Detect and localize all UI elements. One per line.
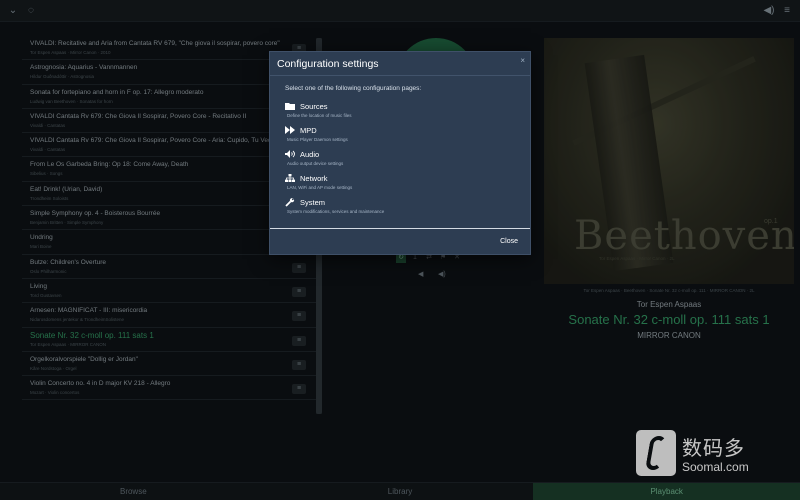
dialog-title: Configuration settings bbox=[277, 58, 379, 70]
config-option-label[interactable]: Audio bbox=[300, 150, 319, 159]
config-option-desc: Define the location of music files bbox=[287, 113, 352, 118]
dialog-header: Configuration settings × bbox=[270, 52, 530, 76]
fast-forward-icon bbox=[285, 126, 295, 135]
config-option-label[interactable]: MPD bbox=[300, 126, 317, 135]
wrench-icon bbox=[285, 198, 295, 207]
config-option-desc: Audio output device settings bbox=[287, 161, 344, 166]
config-option-mpd[interactable]: MPD Music Player Daemon settings bbox=[285, 126, 515, 146]
folder-icon bbox=[285, 102, 295, 111]
config-option-network[interactable]: Network LAN, WiFi and AP mode settings bbox=[285, 174, 515, 194]
speaker-icon bbox=[285, 150, 295, 159]
close-icon[interactable]: × bbox=[520, 56, 525, 65]
config-option-sources[interactable]: Sources Define the location of music fil… bbox=[285, 102, 515, 122]
config-option-desc: LAN, WiFi and AP mode settings bbox=[287, 185, 353, 190]
config-option-label[interactable]: Sources bbox=[300, 102, 328, 111]
config-option-label[interactable]: System bbox=[300, 198, 325, 207]
configuration-dialog: Configuration settings × Select one of t… bbox=[269, 51, 531, 255]
config-option-audio[interactable]: Audio Audio output device settings bbox=[285, 150, 515, 170]
dialog-intro: Select one of the following configuratio… bbox=[285, 85, 422, 92]
config-option-desc: System modifications, services and maint… bbox=[287, 209, 385, 214]
config-option-desc: Music Player Daemon settings bbox=[287, 137, 348, 142]
config-option-system[interactable]: System System modifications, services an… bbox=[285, 198, 515, 218]
close-button[interactable]: Close bbox=[500, 238, 518, 245]
dialog-footer: Close bbox=[270, 228, 530, 256]
network-icon bbox=[285, 174, 295, 183]
config-option-label[interactable]: Network bbox=[300, 174, 328, 183]
